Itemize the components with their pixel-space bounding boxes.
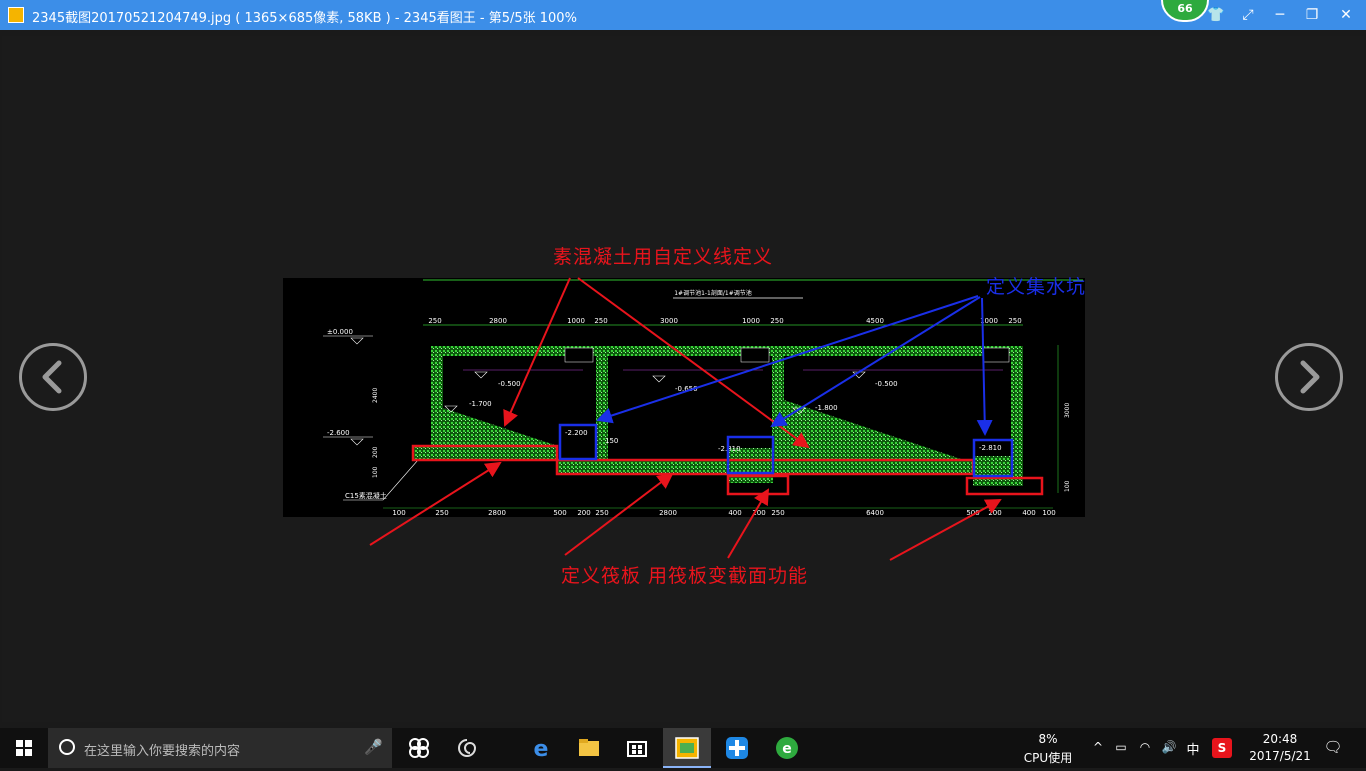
annotation-raft: 定义筏板 用筏板变截面功能	[561, 565, 809, 587]
svg-text:e: e	[782, 741, 792, 757]
taskbar-app-2345-viewer[interactable]	[663, 728, 711, 768]
spiral-app-icon	[458, 739, 477, 757]
taskbar-search-box[interactable]: 在这里输入你要搜索的内容 🎤	[48, 728, 392, 768]
battery-icon[interactable]: ▭	[1112, 740, 1130, 754]
ime-indicator[interactable]: 中	[1184, 739, 1202, 758]
taskbar-app-blue-cross[interactable]	[713, 728, 761, 768]
blue-cross-app-icon	[726, 737, 748, 759]
microphone-icon[interactable]: 🎤	[364, 738, 383, 756]
image-viewer-app-icon	[675, 737, 699, 759]
clock-date[interactable]: 2017/5/21	[1240, 749, 1320, 763]
notification-center-icon[interactable]: 🗨	[1320, 738, 1346, 756]
store-bag-icon	[627, 741, 647, 757]
volume-icon[interactable]: 🔊	[1160, 740, 1178, 754]
windows-logo-icon	[16, 740, 32, 756]
taskbar-app-edge[interactable]: e	[517, 728, 565, 768]
search-placeholder: 在这里输入你要搜索的内容	[84, 744, 241, 759]
green-browser-icon: e	[776, 737, 798, 759]
edge-browser-icon: e	[534, 737, 549, 762]
taskbar-app-file-explorer[interactable]	[565, 728, 613, 768]
task-view-button[interactable]	[395, 728, 443, 768]
taskbar: 在这里输入你要搜索的内容 🎤 e e 8% CPU使用 ^ ▭ ◠ 🔊 中 S …	[0, 728, 1366, 768]
taskbar-app-store[interactable]	[613, 728, 661, 768]
start-button[interactable]	[0, 728, 48, 768]
annotation-overlay	[369, 277, 1044, 561]
cortana-icon	[59, 739, 75, 755]
folder-icon	[579, 739, 599, 756]
task-view-icon	[409, 738, 429, 758]
taskbar-app-green-browser[interactable]: e	[763, 728, 811, 768]
annotation-sump: 定义集水坑	[986, 276, 1087, 298]
sogou-ime-icon[interactable]: S	[1212, 738, 1232, 758]
cpu-label: CPU使用	[1023, 751, 1073, 765]
taskbar-app-spiral[interactable]	[443, 728, 491, 768]
wifi-icon[interactable]: ◠	[1136, 740, 1154, 754]
tray-expand-icon[interactable]: ^	[1090, 740, 1106, 754]
cpu-percent: 8%	[1038, 732, 1058, 746]
svg-text:e: e	[534, 737, 549, 762]
annotation-concrete: 素混凝土用自定义线定义	[553, 246, 774, 268]
clock-time[interactable]: 20:48	[1240, 732, 1320, 746]
